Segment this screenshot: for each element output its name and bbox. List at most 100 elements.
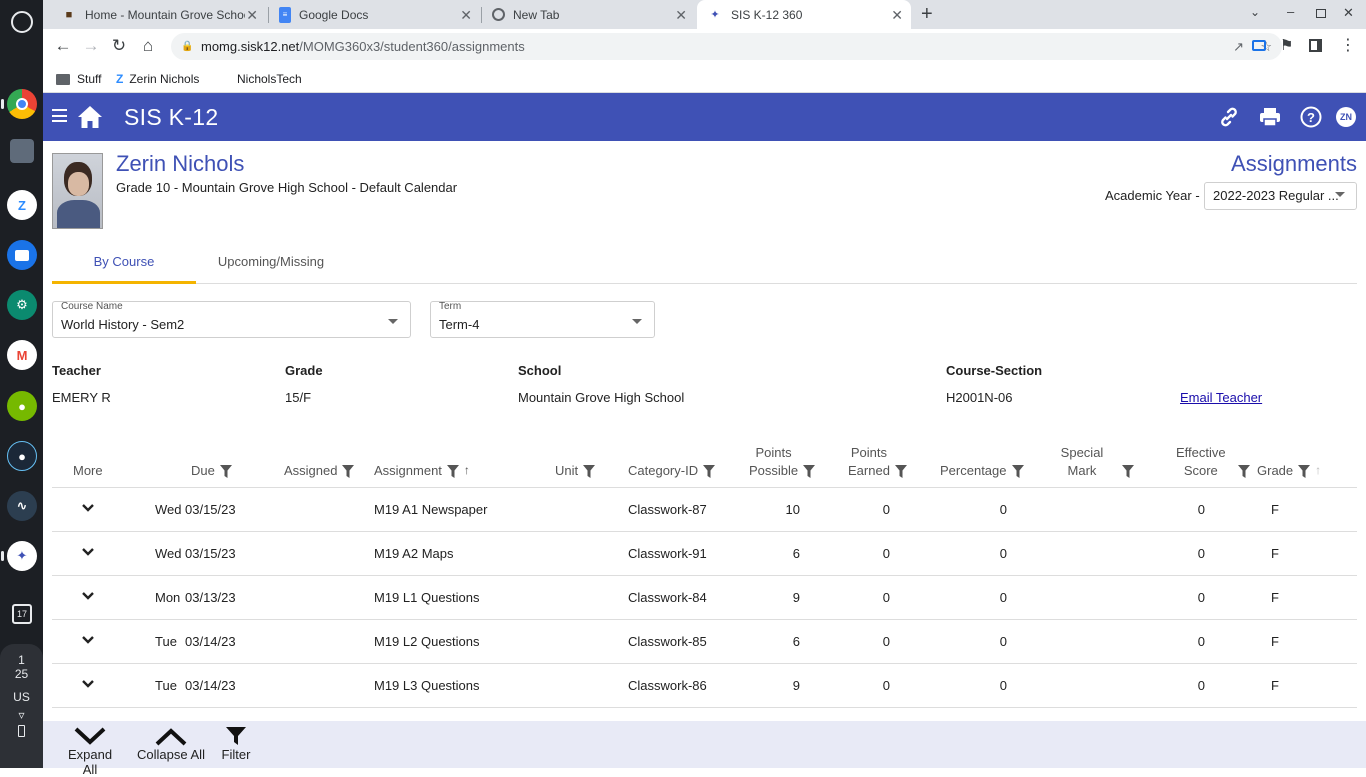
close-icon[interactable]: ✕ [891,7,903,24]
bookmark-item[interactable]: NicholsTech [237,69,302,89]
analytics-icon[interactable]: ∿ [7,491,37,521]
table-row[interactable]: Mon 03/13/23 M19 L1 Questions Classwork-84 9… [52,576,1357,620]
minimize-button[interactable]: – [1287,4,1294,19]
table-row[interactable]: Wed 03/15/23 M19 A1 Newspaper Classwork-87 1… [52,488,1357,532]
tab-by-course[interactable]: By Course [52,242,196,284]
academic-year-label: Academic Year - [1105,188,1200,203]
filter-icon[interactable] [1122,465,1134,478]
filter-icon[interactable] [342,465,355,478]
col-percentage[interactable]: Percentage [940,462,1024,480]
settings-icon[interactable]: ⚙ [7,290,37,320]
col-due[interactable]: Due [191,462,232,480]
filter-icon[interactable] [446,465,459,478]
expand-row-chevron-icon[interactable] [81,677,95,691]
collapse-all-button[interactable]: Collapse All [136,725,206,762]
filter-icon[interactable] [583,465,596,478]
browser-tab[interactable]: ■ Home - Mountain Grove Schools ✕ [51,0,266,29]
sort-ascending-icon[interactable]: ↑ [464,461,470,479]
filter-icon[interactable] [803,465,816,478]
due-date: 03/15/23 [185,546,236,561]
side-panel-icon[interactable] [1309,39,1322,52]
virtual-machine-icon[interactable] [10,139,34,163]
tab-upcoming-missing[interactable]: Upcoming/Missing [196,242,346,284]
battery-icon [18,725,25,737]
nvidia-icon[interactable]: ● [7,391,37,421]
table-row[interactable]: Tue 03/14/23 M19 L3 Questions Classwork-86 9… [52,664,1357,708]
table-row[interactable]: Tue 03/14/23 M19 L2 Questions Classwork-85 6… [52,620,1357,664]
cast-icon[interactable] [1252,40,1266,51]
table-row[interactable]: Wed 03/15/23 M19 A2 Maps Classwork-91 6 0 0 0 F [52,532,1357,576]
bookmark-folder[interactable]: Stuff [56,69,101,89]
col-assignment[interactable]: Assignment ↑ [374,461,470,480]
home-button[interactable]: ⌂ [136,35,160,59]
points-possible: 6 [792,634,800,649]
col-category[interactable]: Category-ID [628,462,716,480]
launcher-icon[interactable] [11,11,33,33]
sis-icon[interactable]: ✦ [7,541,37,571]
forward-button[interactable]: → [79,35,103,59]
col-assigned[interactable]: Assigned [284,462,355,480]
course-name-value: World History - Sem2 [61,317,185,332]
expand-row-chevron-icon[interactable] [81,589,95,603]
col-unit[interactable]: Unit [555,462,596,480]
close-icon[interactable]: ✕ [675,7,687,24]
share-icon[interactable]: ↗ [1233,33,1244,60]
view-tabs: By Course Upcoming/Missing [52,242,1357,284]
browser-tab[interactable]: New Tab ✕ [482,0,695,29]
browser-menu-icon[interactable]: ⋮ [1340,35,1356,55]
student-name: Zerin Nichols [116,151,245,176]
filter-icon[interactable] [703,465,716,478]
print-icon[interactable] [1258,105,1284,129]
steam-icon[interactable]: ● [7,441,37,471]
filter-icon[interactable] [1237,465,1250,478]
grade: F [1271,590,1279,605]
extensions-icon[interactable]: ⚑ [1280,36,1293,54]
email-teacher-link[interactable]: Email Teacher [1180,390,1262,405]
address-bar[interactable]: 🔒 momg.sisk12.net/MOMG360x3/student360/a… [171,33,1282,60]
calendar-icon[interactable]: 17 [12,604,32,624]
reload-button[interactable]: ↻ [107,35,131,59]
hamburger-menu-icon[interactable] [52,109,67,122]
bookmark-item[interactable]: Z Zerin Nichols [116,69,199,89]
filter-button[interactable]: Filter [220,725,252,762]
category-id: Classwork-86 [628,678,707,693]
new-tab-button[interactable]: + [921,3,933,26]
col-special-mark[interactable]: Special Mark [1060,444,1134,480]
academic-year-select[interactable]: 2022-2023 Regular ... [1204,182,1357,210]
expand-row-chevron-icon[interactable] [81,633,95,647]
course-name-label: Course Name [61,301,123,312]
expand-all-button[interactable]: Expand All [60,725,120,777]
close-icon[interactable]: ✕ [460,7,472,24]
user-avatar[interactable]: ZN [1336,107,1356,127]
col-grade[interactable]: Grade ↑ [1257,461,1321,480]
browser-tab[interactable]: ≡ Google Docs ✕ [269,0,480,29]
filter-icon[interactable] [219,465,232,478]
col-points-possible[interactable]: Points Possible [749,444,816,480]
restore-button[interactable] [1316,9,1326,18]
home-icon[interactable] [77,105,103,129]
expand-all-label: Expand All [67,747,113,777]
tab-search-button[interactable]: ⌄ [1250,5,1260,19]
expand-row-chevron-icon[interactable] [81,545,95,559]
status-tray[interactable]: 1 25 US ▿ [0,644,43,768]
filter-icon[interactable] [1298,465,1311,478]
link-icon[interactable] [1217,105,1243,129]
files-icon[interactable] [7,240,37,270]
term-select[interactable]: Term Term-4 [430,301,655,338]
filter-icon[interactable] [1011,465,1024,478]
help-icon[interactable]: ? [1299,105,1325,129]
zoom-icon[interactable]: Z [7,190,37,220]
sort-icon[interactable]: ↑ [1315,461,1321,479]
back-button[interactable]: ← [51,35,75,59]
chrome-icon[interactable] [7,89,37,119]
close-icon[interactable]: ✕ [246,7,258,24]
col-effective-score[interactable]: Effective Score [1176,444,1250,480]
expand-row-chevron-icon[interactable] [81,501,95,515]
gmail-icon[interactable]: M [7,340,37,370]
filter-icon[interactable] [894,465,907,478]
col-points-earned[interactable]: Points Earned [848,444,907,480]
browser-tab-active[interactable]: ✦ SIS K-12 360 ✕ [697,0,911,29]
course-name-select[interactable]: Course Name World History - Sem2 [52,301,411,338]
close-window-button[interactable]: ✕ [1343,5,1354,21]
term-value: Term-4 [439,317,480,332]
